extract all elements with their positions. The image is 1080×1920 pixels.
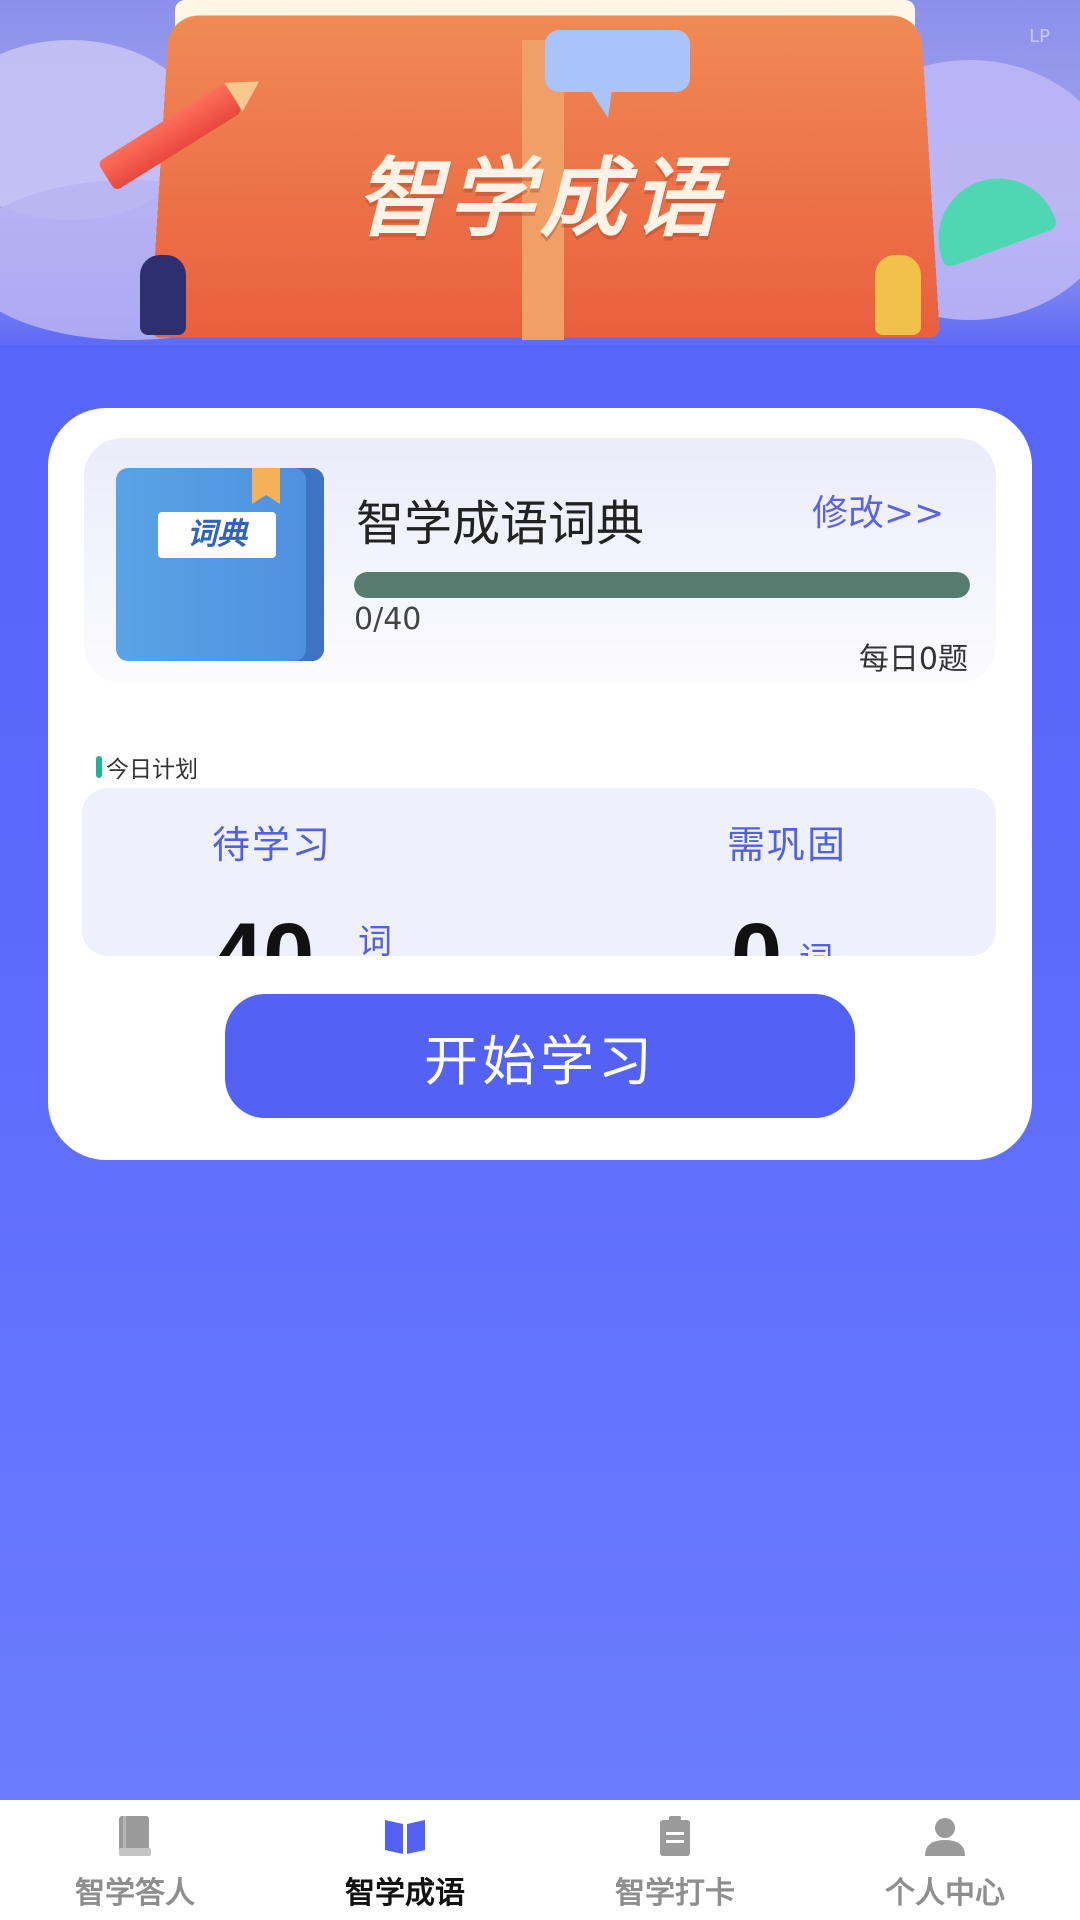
tab-answer-label: 智学答人	[75, 1876, 195, 1911]
daily-quota: 每日0题	[858, 642, 968, 677]
tab-profile[interactable]: 个人中心	[810, 1800, 1080, 1920]
section-marker	[96, 756, 102, 778]
tab-profile-label: 个人中心	[885, 1876, 1005, 1911]
bookmark-ribbon-icon	[252, 468, 280, 504]
tab-idioms[interactable]: 智学成语	[270, 1800, 540, 1920]
dictionary-cover-icon: 词典	[116, 468, 324, 661]
book-icon	[119, 1816, 151, 1856]
tab-checkin-label: 智学打卡	[615, 1876, 735, 1911]
person-illustration	[140, 255, 186, 335]
today-plan-title: 今日计划	[106, 757, 198, 783]
bottom-tab-bar: 智学答人 智学成语 智学打卡 个人中心	[0, 1800, 1080, 1920]
edit-dictionary-link[interactable]: 修改>>	[812, 484, 944, 536]
dictionary-name: 智学成语词典	[356, 496, 645, 552]
person-illustration	[875, 255, 921, 335]
dictionary-panel: 词典 智学成语词典 修改>> 0/40 每日0题	[84, 438, 996, 683]
clipboard-icon	[660, 1816, 690, 1856]
to-learn-stat: 待学习 40 词	[212, 814, 392, 956]
to-review-stat: 需巩固 0 词	[727, 814, 848, 956]
watermark-text: LP	[1029, 26, 1050, 47]
tab-checkin[interactable]: 智学打卡	[540, 1800, 810, 1920]
to-learn-label: 待学习	[212, 823, 333, 867]
progress-bar	[354, 572, 970, 598]
to-review-unit: 词	[799, 932, 833, 956]
header-banner: 智学成语 LP	[0, 0, 1080, 345]
today-plan-heading: 今日计划	[96, 750, 198, 784]
progress-bar-fill	[354, 572, 970, 598]
to-review-label: 需巩固	[727, 823, 848, 867]
progress-count: 0/40	[354, 602, 422, 637]
study-card: 词典 智学成语词典 修改>> 0/40 每日0题 今日计划 待学习 40 词 需…	[48, 408, 1032, 1160]
tab-idioms-label: 智学成语	[345, 1876, 465, 1911]
to-review-count: 0	[731, 905, 783, 956]
to-learn-unit: 词	[358, 922, 392, 956]
plan-stats-panel: 待学习 40 词 需巩固 0 词	[82, 788, 996, 956]
user-icon	[925, 1818, 965, 1856]
speech-bubble-icon	[545, 30, 690, 118]
tab-answer[interactable]: 智学答人	[0, 1800, 270, 1920]
to-learn-count: 40	[212, 905, 315, 956]
open-book-icon	[385, 1820, 425, 1854]
banner-title: 智学成语	[356, 149, 724, 249]
dictionary-cover-label: 词典	[158, 512, 276, 558]
start-learning-button[interactable]: 开始学习	[225, 994, 855, 1118]
